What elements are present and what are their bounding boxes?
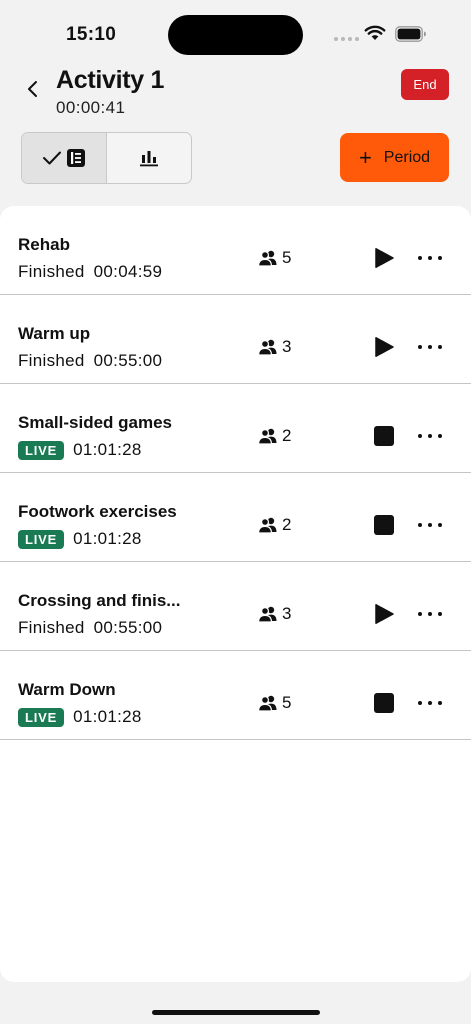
period-status: Finished [18,351,85,370]
period-row[interactable]: Crossing and finis... Finished 00:55:00 … [0,562,471,651]
people-icon [258,339,277,355]
more-options-icon[interactable] [418,603,442,625]
list-view-tab[interactable] [22,133,107,183]
live-badge: LIVE [18,529,65,549]
bar-chart-icon [140,151,158,167]
period-name: Footwork exercises [18,502,177,521]
add-period-label: Period [383,148,431,166]
people-icon [258,428,277,444]
participant-count-value: 3 [282,604,292,623]
participant-count: 5 [258,248,291,268]
participant-count-value: 3 [282,337,292,356]
period-time: 00:04:59 [93,262,163,281]
period-time: 00:55:00 [93,351,163,370]
people-icon [258,695,277,711]
more-options-icon[interactable] [418,425,442,447]
period-row[interactable]: Footwork exercises LIVE 01:01:28 2 [0,473,471,562]
stop-icon[interactable] [373,514,395,536]
more-options-icon[interactable] [418,692,442,714]
period-name: Warm Down [18,680,116,699]
participant-count: 5 [258,693,291,713]
period-time: 01:01:28 [73,440,142,459]
play-icon[interactable] [373,336,395,358]
status-bar: 15:10 [0,0,471,64]
checkmark-icon [43,151,61,165]
period-time: 01:01:28 [73,707,142,726]
period-status-line: Finished 00:04:59 [18,262,162,282]
stop-icon[interactable] [373,692,395,714]
live-badge: LIVE [18,440,65,460]
more-options-icon[interactable] [418,336,442,358]
period-row[interactable]: Warm up Finished 00:55:00 3 [0,295,471,384]
period-status: Finished [18,262,85,281]
wifi-icon [364,25,386,40]
participant-count-value: 2 [282,426,292,445]
more-options-icon[interactable] [418,514,442,536]
period-list: Rehab Finished 00:04:59 5 Warm up Finish… [0,206,471,982]
home-indicator [152,1010,320,1015]
period-row[interactable]: Rehab Finished 00:04:59 5 [0,206,471,295]
period-row[interactable]: Small-sided games LIVE 01:01:28 2 [0,384,471,473]
period-status-line: LIVE 01:01:28 [18,707,142,727]
status-time: 15:10 [66,24,117,45]
period-name: Small-sided games [18,413,173,432]
period-status-line: Finished 00:55:00 [18,351,162,371]
period-status-line: LIVE 01:01:28 [18,440,142,460]
period-time: 00:55:00 [93,618,163,637]
participant-count: 3 [258,604,291,624]
period-time: 01:01:28 [73,529,142,548]
participant-count-value: 2 [282,515,292,534]
page-title: Activity 1 [56,66,165,94]
people-icon [258,606,277,622]
play-icon[interactable] [373,247,395,269]
participant-count: 2 [258,515,291,535]
stats-view-tab[interactable] [107,133,191,183]
elapsed-time: 00:00:41 [56,98,126,117]
end-button[interactable]: End [401,69,449,100]
period-name: Rehab [18,235,70,254]
participant-count-value: 5 [282,693,292,712]
add-period-button[interactable]: + Period [340,133,449,182]
period-name: Warm up [18,324,91,343]
more-options-icon[interactable] [418,247,442,269]
participant-count: 3 [258,337,291,357]
back-chevron-icon[interactable] [22,78,44,100]
people-icon [258,250,277,266]
list-icon [67,149,85,167]
period-status-line: Finished 00:55:00 [18,618,162,638]
battery-icon [395,26,426,42]
stop-icon[interactable] [373,425,395,447]
plus-icon: + [358,144,372,170]
participant-count-value: 5 [282,248,292,267]
header: Activity 1 00:00:41 End [0,64,471,128]
participant-count: 2 [258,426,291,446]
play-icon[interactable] [373,603,395,625]
view-toggle [21,132,192,184]
people-icon [258,517,277,533]
period-status: Finished [18,618,85,637]
live-badge: LIVE [18,707,65,727]
period-name: Crossing and finis... [18,591,181,610]
cellular-signal-icon [334,37,359,41]
dynamic-island [168,15,303,55]
period-status-line: LIVE 01:01:28 [18,529,142,549]
period-row[interactable]: Warm Down LIVE 01:01:28 5 [0,651,471,740]
